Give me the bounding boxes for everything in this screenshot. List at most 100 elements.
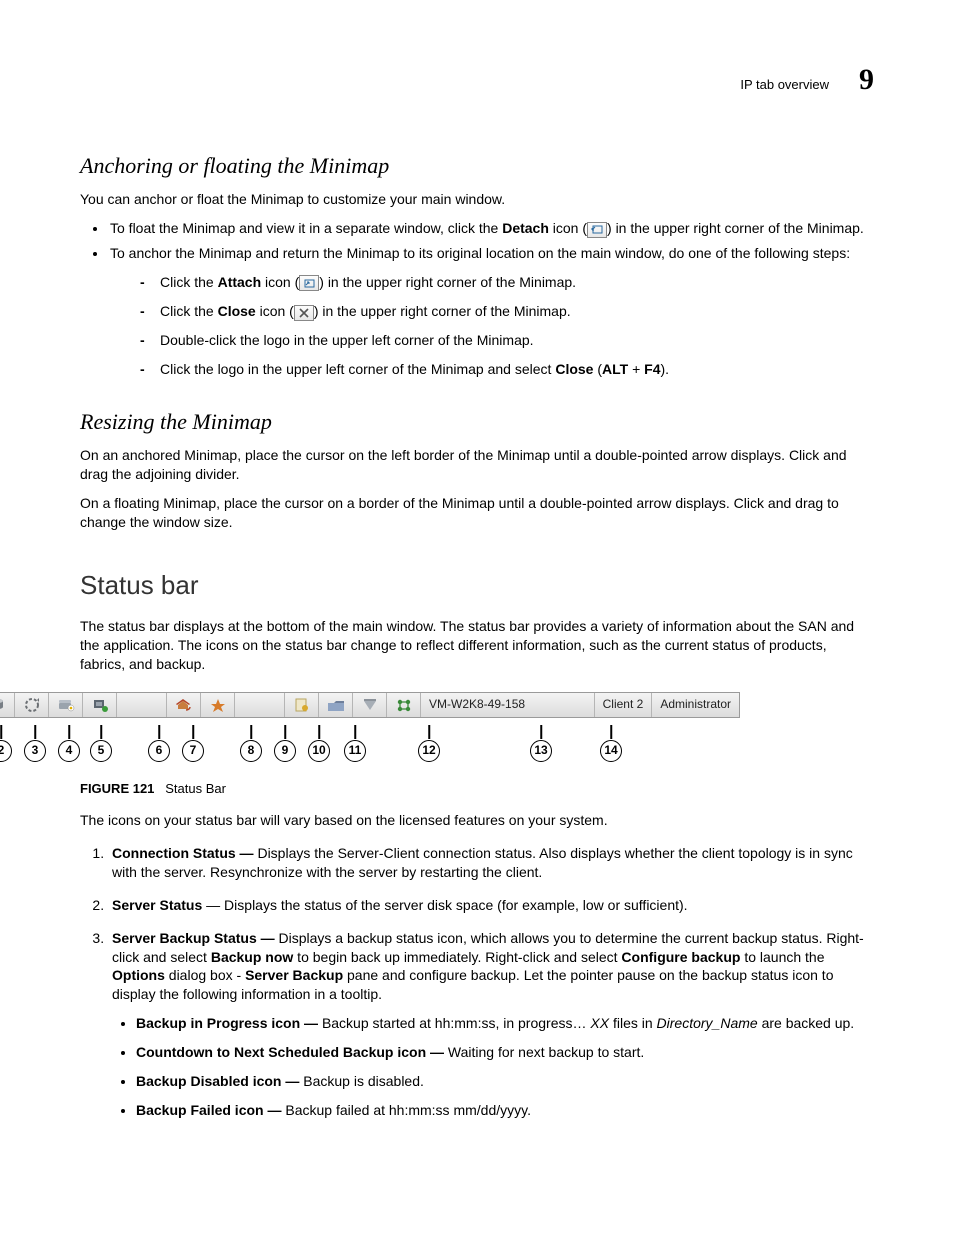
text: Click the xyxy=(160,303,218,319)
cert-status-icon xyxy=(285,693,319,717)
text: Click the logo in the upper left corner … xyxy=(160,361,555,377)
text: ( xyxy=(593,361,602,377)
item-title: Server Status xyxy=(112,897,202,913)
attach-icon xyxy=(299,275,319,291)
text: Backup is disabled. xyxy=(303,1073,424,1089)
callout-13: 13 xyxy=(530,740,552,762)
callout-3: 3 xyxy=(24,740,46,762)
backup-tooltip-list: Backup in Progress icon — Backup started… xyxy=(136,1014,874,1120)
text: Backup started at hh:mm:ss, in progress… xyxy=(322,1015,590,1031)
configure-backup-label: Configure backup xyxy=(621,949,740,965)
list-item: To anchor the Minimap and return the Min… xyxy=(108,244,874,379)
text: ) in the upper right corner of the Minim… xyxy=(607,220,864,236)
user-name-cell: Administrator xyxy=(652,693,739,717)
figure-caption: FIGURE 121 Status Bar xyxy=(80,780,874,798)
anchor-bullet-list: To float the Minimap and view it in a se… xyxy=(108,219,874,378)
figure-callouts: 1 2 3 4 5 6 7 8 9 10 11 12 13 14 xyxy=(0,724,740,770)
resize-p1: On an anchored Minimap, place the cursor… xyxy=(80,446,874,484)
text: are backed up. xyxy=(758,1015,855,1031)
sub-title: Countdown to Next Scheduled Backup icon … xyxy=(136,1044,448,1060)
alt-key: ALT xyxy=(602,361,628,377)
list-item: Backup in Progress icon — Backup started… xyxy=(136,1014,874,1033)
callout-12: 12 xyxy=(418,740,440,762)
status-bar: VM-W2K8-49-158 Client 2 Administrator xyxy=(0,692,740,718)
port-conn-status-icon xyxy=(387,693,421,717)
list-item: Server Status — Displays the status of t… xyxy=(108,896,874,915)
user-name: Administrator xyxy=(660,696,731,712)
fabric-status-icon xyxy=(83,693,117,717)
heading-anchoring: Anchoring or floating the Minimap xyxy=(80,151,874,181)
text: Backup failed at hh:mm:ss mm/dd/yyyy. xyxy=(285,1102,531,1118)
text: Click the xyxy=(160,274,218,290)
text: ). xyxy=(661,361,670,377)
running-title: IP tab overview xyxy=(740,76,829,94)
figure-label: FIGURE 121 xyxy=(80,781,154,796)
text: To float the Minimap and view it in a se… xyxy=(110,220,502,236)
options-label: Options xyxy=(112,967,165,983)
close-menu-label: Close xyxy=(555,361,593,377)
list-item: Connection Status — Displays the Server-… xyxy=(108,844,874,882)
text: files in xyxy=(609,1015,656,1031)
item-desc: — Displays the status of the server disk… xyxy=(202,897,687,913)
item-title: Connection Status — xyxy=(112,845,257,861)
text: + xyxy=(628,361,644,377)
list-item: Click the Close icon ( ) in the upper rig… xyxy=(132,302,874,321)
spacer-cell xyxy=(117,693,167,717)
text: ) in the upper right corner of the Minim… xyxy=(319,274,576,290)
callout-9: 9 xyxy=(274,740,296,762)
list-item: To float the Minimap and view it in a se… xyxy=(108,219,874,238)
anchor-dash-list: Click the Attach icon ( ) in the upper ri… xyxy=(132,273,874,379)
text: icon ( xyxy=(261,274,299,290)
server-backup-pane-label: Server Backup xyxy=(245,967,343,983)
callout-11: 11 xyxy=(344,740,366,762)
callout-6: 6 xyxy=(148,740,170,762)
server-status-icon xyxy=(0,693,15,717)
heading-statusbar: Status bar xyxy=(80,568,874,603)
item-title: Server Backup Status — xyxy=(112,930,279,946)
spacer-cell xyxy=(235,693,285,717)
server-name: VM-W2K8-49-158 xyxy=(429,696,525,712)
list-item: Backup Failed icon — Backup failed at hh… xyxy=(136,1101,874,1120)
statusbar-intro: The status bar displays at the bottom of… xyxy=(80,617,874,674)
callout-5: 5 xyxy=(90,740,112,762)
chapter-number: 9 xyxy=(859,60,874,101)
detach-icon xyxy=(587,222,607,238)
text: ) in the upper right corner of the Minim… xyxy=(314,303,571,319)
text: To anchor the Minimap and return the Min… xyxy=(110,245,850,261)
text: dialog box - xyxy=(165,967,245,983)
text: to launch the xyxy=(740,949,824,965)
callout-10: 10 xyxy=(308,740,330,762)
client-count: Client 2 xyxy=(603,696,644,712)
close-label: Close xyxy=(218,303,256,319)
close-icon xyxy=(294,305,314,321)
callout-8: 8 xyxy=(240,740,262,762)
statusbar-figure: VM-W2K8-49-158 Client 2 Administrator 1 … xyxy=(0,692,740,770)
sub-title: Backup Failed icon — xyxy=(136,1102,285,1118)
list-item: Countdown to Next Scheduled Backup icon … xyxy=(136,1043,874,1062)
list-item: Double-click the logo in the upper left … xyxy=(132,331,874,350)
backup-now-label: Backup now xyxy=(211,949,293,965)
resize-p2: On a floating Minimap, place the cursor … xyxy=(80,494,874,532)
placeholder-dirname: Directory_Name xyxy=(657,1015,758,1031)
sub-title: Backup in Progress icon — xyxy=(136,1015,322,1031)
text: icon ( xyxy=(256,303,294,319)
callout-4: 4 xyxy=(58,740,80,762)
text: icon ( xyxy=(549,220,587,236)
list-item: Server Backup Status — Displays a backup… xyxy=(108,929,874,1120)
statusbar-item-list: Connection Status — Displays the Server-… xyxy=(108,844,874,1120)
server-backup-status-icon xyxy=(15,693,49,717)
text: to begin back up immediately. Right-clic… xyxy=(293,949,621,965)
list-item: Backup Disabled icon — Backup is disable… xyxy=(136,1072,874,1091)
server-name-cell: VM-W2K8-49-158 xyxy=(421,693,595,717)
client-count-cell: Client 2 xyxy=(595,693,653,717)
sub-title: Backup Disabled icon — xyxy=(136,1073,303,1089)
figure-title: Status Bar xyxy=(165,781,226,796)
statusbar-after-figure: The icons on your status bar will vary b… xyxy=(80,811,874,830)
callout-14: 14 xyxy=(600,740,622,762)
list-item: Click the Attach icon ( ) in the upper ri… xyxy=(132,273,874,292)
callout-7: 7 xyxy=(182,740,204,762)
config-deviation-icon xyxy=(319,693,353,717)
call-home-icon xyxy=(167,693,201,717)
special-events-icon xyxy=(201,693,235,717)
attach-label: Attach xyxy=(218,274,262,290)
